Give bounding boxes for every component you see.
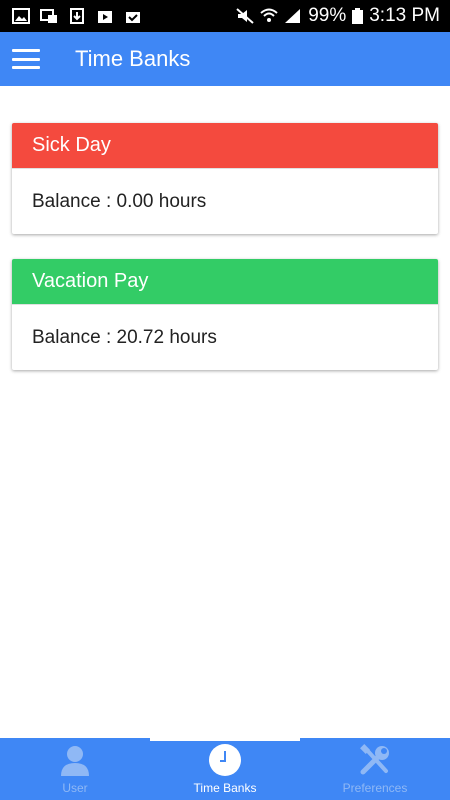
battery-percentage: 99%	[308, 5, 347, 26]
page-title: Time Banks	[75, 46, 191, 71]
image-icon	[12, 8, 30, 24]
download-icon	[70, 8, 84, 24]
notification-icons	[12, 8, 142, 24]
signal-icon	[285, 9, 301, 23]
battery-icon	[352, 8, 364, 24]
clock-icon	[208, 743, 242, 777]
mute-icon	[236, 8, 254, 24]
tab-label: User	[62, 781, 88, 795]
gallery-icon	[40, 9, 57, 23]
card-balance: Balance : 20.72 hours	[12, 304, 438, 370]
clock-time: 3:13 PM	[369, 5, 440, 26]
app-bar: Time Banks	[0, 32, 450, 86]
tab-preferences[interactable]: Preferences	[300, 738, 450, 800]
wifi-icon	[260, 8, 278, 22]
card-header: Vacation Pay	[12, 259, 438, 304]
system-indicators: 99% 3:13 PM	[236, 5, 440, 27]
hamburger-menu-icon[interactable]	[12, 49, 40, 69]
time-bank-card-vacation-pay[interactable]: Vacation Pay Balance : 20.72 hours	[12, 259, 438, 370]
card-balance: Balance : 0.00 hours	[12, 168, 438, 234]
tab-label: Preferences	[342, 781, 408, 795]
card-header: Sick Day	[12, 123, 438, 168]
tools-icon	[358, 743, 392, 777]
tab-time-banks[interactable]: Time Banks	[150, 738, 300, 800]
play-store-icon	[98, 11, 112, 23]
bottom-tab-bar: User Time Banks Preferences	[0, 738, 450, 800]
user-icon	[58, 743, 92, 777]
time-bank-card-sick-day[interactable]: Sick Day Balance : 0.00 hours	[12, 123, 438, 234]
tab-user[interactable]: User	[0, 738, 150, 800]
status-bar: 99% 3:13 PM	[0, 0, 450, 32]
tab-label: Time Banks	[193, 781, 257, 795]
briefcase-check-icon	[126, 12, 140, 23]
